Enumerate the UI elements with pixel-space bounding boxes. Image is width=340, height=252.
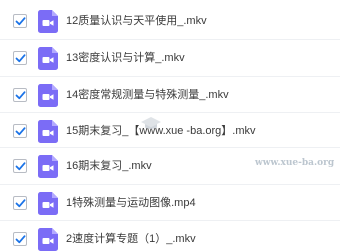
video-file-icon xyxy=(38,84,58,107)
file-name: 14密度常规测量与特殊测量_.mkv xyxy=(66,89,229,101)
file-row[interactable]: 15期末复习_【www.xue -ba.org】.mkv xyxy=(0,113,340,149)
file-checkbox[interactable] xyxy=(13,159,27,173)
file-name: 12质量认识与天平使用_.mkv xyxy=(66,15,207,27)
checkmark-icon xyxy=(15,17,26,26)
video-file-icon xyxy=(38,155,58,178)
file-row[interactable]: 2速度计算专题（1）_.mkv xyxy=(0,221,340,252)
checkmark-icon xyxy=(15,91,26,100)
video-file-icon xyxy=(38,192,58,215)
video-file-icon xyxy=(38,47,58,70)
file-row[interactable]: 14密度常规测量与特殊测量_.mkv xyxy=(0,77,340,113)
file-list: 12质量认识与天平使用_.mkv 13密度认识与计算_.mkv 14密度常规测量… xyxy=(0,0,340,252)
file-checkbox[interactable] xyxy=(13,196,27,210)
file-name: 16期末复习_.mkv xyxy=(66,160,152,172)
file-checkbox[interactable] xyxy=(13,124,27,138)
file-row[interactable]: 13密度认识与计算_.mkv xyxy=(0,40,340,76)
file-checkbox[interactable] xyxy=(13,88,27,102)
checkmark-icon xyxy=(15,162,26,171)
video-file-icon xyxy=(38,120,58,143)
file-name: 1特殊测量与运动图像.mp4 xyxy=(66,197,196,209)
checkmark-icon xyxy=(15,54,26,63)
file-row[interactable]: 12质量认识与天平使用_.mkv xyxy=(0,3,340,39)
watermark-text: www.xue-ba.org xyxy=(255,158,335,168)
checkmark-icon xyxy=(15,199,26,208)
file-checkbox[interactable] xyxy=(13,51,27,65)
checkmark-icon xyxy=(15,235,26,244)
file-name: 2速度计算专题（1）_.mkv xyxy=(66,233,196,245)
watermark-logo-icon xyxy=(141,117,161,129)
video-file-icon xyxy=(38,228,58,251)
file-name: 13密度认识与计算_.mkv xyxy=(66,52,185,64)
video-file-icon xyxy=(38,10,58,33)
file-checkbox[interactable] xyxy=(13,14,27,28)
file-row[interactable]: 1特殊测量与运动图像.mp4 xyxy=(0,185,340,221)
file-checkbox[interactable] xyxy=(13,232,27,246)
checkmark-icon xyxy=(15,127,26,136)
